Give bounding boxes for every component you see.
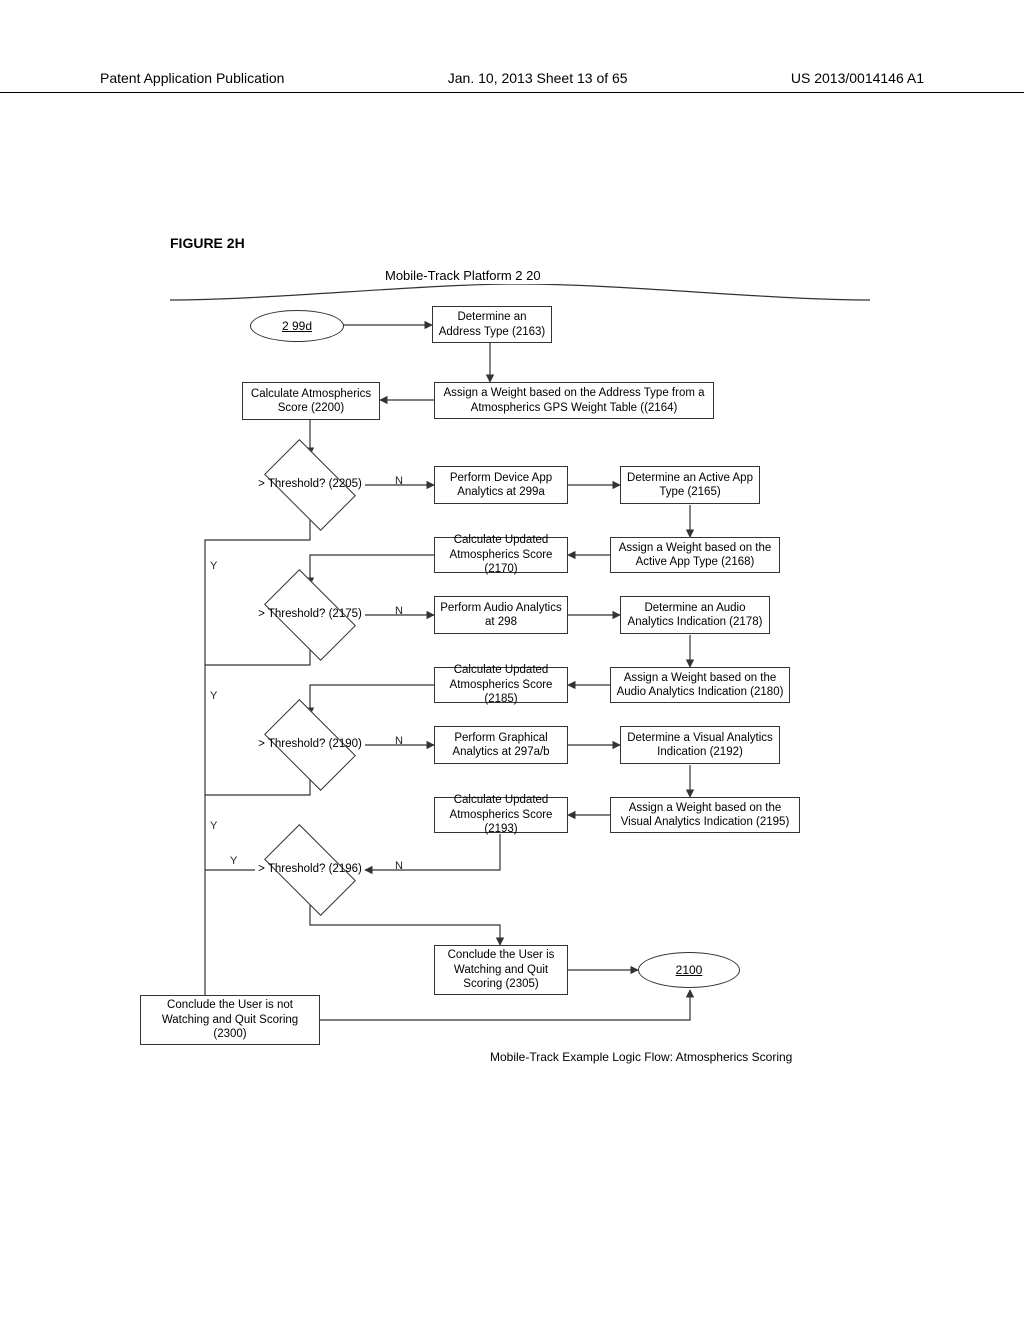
- box-audio-indication: Determine an Audio Analytics Indication …: [620, 596, 770, 634]
- start-label: 2 99d: [282, 319, 312, 333]
- header-center: Jan. 10, 2013 Sheet 13 of 65: [448, 70, 628, 86]
- decision-label: > Threshold? (2196): [258, 863, 362, 877]
- box-label: Determine an Address Type (2163): [437, 310, 547, 339]
- box-label: Calculate Updated Atmospherics Score (21…: [439, 663, 563, 706]
- box-weight-visual: Assign a Weight based on the Visual Anal…: [610, 797, 800, 833]
- decision-label: > Threshold? (2175): [258, 608, 362, 622]
- end-node: 2100: [638, 952, 740, 988]
- box-device-app: Perform Device App Analytics at 299a: [434, 466, 568, 504]
- figure-title: FIGURE 2H: [170, 235, 245, 251]
- box-weight-audio: Assign a Weight based on the Audio Analy…: [610, 667, 790, 703]
- box-assign-weight-address: Assign a Weight based on the Address Typ…: [434, 382, 714, 419]
- decision-label: > Threshold? (2205): [258, 478, 362, 492]
- box-address-type: Determine an Address Type (2163): [432, 306, 552, 343]
- box-label: Assign a Weight based on the Active App …: [615, 541, 775, 570]
- box-weight-app-type: Assign a Weight based on the Active App …: [610, 537, 780, 573]
- box-active-app-type: Determine an Active App Type (2165): [620, 466, 760, 504]
- box-label: Determine an Audio Analytics Indication …: [625, 601, 765, 630]
- box-label: Assign a Weight based on the Address Typ…: [439, 386, 709, 415]
- edge-n: N: [395, 860, 403, 872]
- edge-n: N: [395, 735, 403, 747]
- box-audio-analytics: Perform Audio Analytics at 298: [434, 596, 568, 634]
- box-label: Perform Audio Analytics at 298: [439, 601, 563, 630]
- box-label: Calculate Updated Atmospherics Score (21…: [439, 793, 563, 836]
- box-calc-2185: Calculate Updated Atmospherics Score (21…: [434, 667, 568, 703]
- box-calc-2193: Calculate Updated Atmospherics Score (21…: [434, 797, 568, 833]
- edge-n: N: [395, 475, 403, 487]
- decision-2175: > Threshold? (2175): [255, 585, 365, 645]
- box-graphical-analytics: Perform Graphical Analytics at 297a/b: [434, 726, 568, 764]
- page-header: Patent Application Publication Jan. 10, …: [0, 70, 1024, 93]
- platform-label: Mobile-Track Platform 2 20: [385, 268, 541, 283]
- edge-n: N: [395, 605, 403, 617]
- box-label: Perform Graphical Analytics at 297a/b: [439, 731, 563, 760]
- box-label: Determine an Active App Type (2165): [625, 471, 755, 500]
- box-label: Perform Device App Analytics at 299a: [439, 471, 563, 500]
- box-visual-indication: Determine a Visual Analytics Indication …: [620, 726, 780, 764]
- box-label: Calculate Atmospherics Score (2200): [247, 387, 375, 416]
- edge-y: Y: [210, 820, 217, 832]
- edge-y: Y: [230, 855, 237, 867]
- header-left: Patent Application Publication: [100, 70, 284, 86]
- box-conclude-not-watching: Conclude the User is not Watching and Qu…: [140, 995, 320, 1045]
- edge-y: Y: [210, 690, 217, 702]
- end-label: 2100: [676, 963, 703, 977]
- box-conclude-watching: Conclude the User is Watching and Quit S…: [434, 945, 568, 995]
- box-calc-atmos: Calculate Atmospherics Score (2200): [242, 382, 380, 420]
- box-label: Assign a Weight based on the Visual Anal…: [615, 801, 795, 830]
- start-node: 2 99d: [250, 310, 344, 342]
- decision-2190: > Threshold? (2190): [255, 715, 365, 775]
- edge-y: Y: [210, 560, 217, 572]
- page: Patent Application Publication Jan. 10, …: [0, 0, 1024, 1320]
- decision-2196: > Threshold? (2196): [255, 840, 365, 900]
- header-right: US 2013/0014146 A1: [791, 70, 924, 86]
- box-label: Conclude the User is not Watching and Qu…: [145, 998, 315, 1041]
- box-label: Determine a Visual Analytics Indication …: [625, 731, 775, 760]
- figure-caption: Mobile-Track Example Logic Flow: Atmosph…: [490, 1050, 792, 1064]
- flowchart: 2 99d Determine an Address Type (2163) A…: [170, 300, 870, 1070]
- decision-label: > Threshold? (2190): [258, 738, 362, 752]
- box-label: Conclude the User is Watching and Quit S…: [439, 948, 563, 991]
- box-label: Assign a Weight based on the Audio Analy…: [615, 671, 785, 700]
- box-calc-2170: Calculate Updated Atmospherics Score (21…: [434, 537, 568, 573]
- decision-2205: > Threshold? (2205): [255, 455, 365, 515]
- box-label: Calculate Updated Atmospherics Score (21…: [439, 533, 563, 576]
